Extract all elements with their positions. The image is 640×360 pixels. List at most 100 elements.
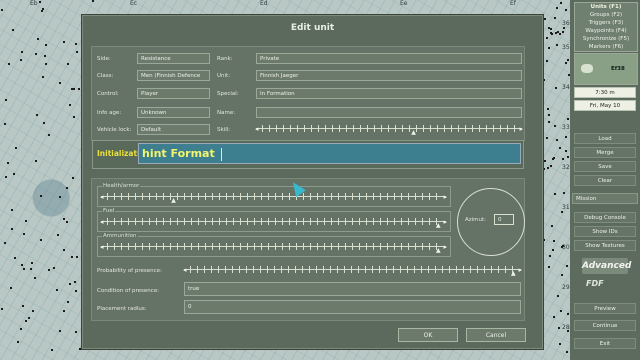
slider-thumb[interactable]: ▲ [511,271,516,277]
slider-right-arrow-icon[interactable]: ▸ [443,192,447,202]
slider-right-arrow-icon[interactable]: ▸ [518,265,522,275]
terrain-dot [11,227,14,230]
tab-synchronize[interactable]: Synchronize (F5) [575,36,637,42]
slider-right-arrow-icon[interactable]: ▸ [443,217,447,227]
show-ids-button[interactable]: Show IDs [574,226,636,237]
debug-console-button[interactable]: Debug Console [574,212,636,223]
side-select[interactable]: Resistance [137,53,210,64]
terrain-dot [560,310,563,313]
probability-slider[interactable]: ◂ ▸ ▲ [183,265,522,277]
mission-date[interactable]: Fri, May 10 [574,100,636,111]
info-age-select[interactable]: Unknown [137,107,210,118]
tab-groups[interactable]: Groups (F2) [575,12,637,18]
terrain-dot [566,313,569,316]
terrain-dot [44,62,47,65]
condition-input[interactable]: true [184,282,521,296]
exit-button[interactable]: Exit [574,338,636,349]
advanced-mode-toggle[interactable]: Advanced [582,258,631,274]
vehicle-lock-select[interactable]: Default [137,124,210,135]
terrain-dot [4,99,7,102]
slider-left-arrow-icon[interactable]: ◂ [100,192,104,202]
terrain-dot [553,192,556,195]
tab-waypoints[interactable]: Waypoints (F4) [575,28,637,34]
slider-left-arrow-icon[interactable]: ◂ [183,265,187,275]
mission-time[interactable]: 7:30 m [574,87,636,98]
azimut-label: Azimut: [465,217,487,223]
map-coord-side: 32 [562,164,570,171]
terrain-dot [39,195,42,198]
minimap-marker-icon [581,64,593,73]
terrain-dot [75,42,78,45]
initialization-input[interactable]: hint Format [138,143,521,164]
preview-button[interactable]: Preview [574,303,636,314]
terrain-dot [27,317,30,320]
placement-input[interactable]: 0 [184,300,521,314]
mission-section-header[interactable]: Mission [572,193,638,204]
slider-ticks [262,125,516,132]
terrain-dot [10,208,13,211]
terrain-dot [3,241,6,244]
terrain-dot [39,238,42,241]
terrain-dot [565,351,568,354]
terrain-dot [58,81,61,84]
unit-select[interactable]: Finnish Jaeger [256,70,522,81]
terrain-dot [555,87,558,90]
rank-select[interactable]: Private [256,53,522,64]
terrain-dot [566,59,569,62]
terrain-dot [62,248,65,251]
terrain-dot [561,157,564,160]
cancel-button[interactable]: Cancel [466,328,526,342]
merge-button[interactable]: Merge [574,147,636,158]
skill-slider[interactable]: ◂ ▸ ▲ [255,124,523,136]
slider-thumb[interactable]: ▲ [436,223,441,229]
ammunition-label: Ammunition [102,232,138,240]
terrain-dot [7,161,10,164]
slider-thumb[interactable]: ▲ [171,198,176,204]
editor-mode-tabs: Units (F1) Groups (F2) Triggers (F3) Way… [574,2,638,52]
clear-button[interactable]: Clear [574,175,636,186]
terrain-dot [547,46,550,49]
terrain-dot [552,156,555,159]
name-input[interactable] [256,107,522,118]
control-label: Control: [97,91,119,97]
slider-thumb[interactable]: ▲ [411,130,416,136]
show-textures-button[interactable]: Show Textures [574,240,636,251]
tab-triggers[interactable]: Triggers (F3) [575,20,637,26]
terrain-dot [552,316,555,319]
terrain-dot [31,261,34,264]
control-select[interactable]: Player [137,88,210,99]
terrain-dot [548,121,551,124]
terrain-dot [4,123,7,126]
slider-left-arrow-icon[interactable]: ◂ [255,124,259,134]
ammunition-slider[interactable]: ◂ ▸ ▲ [100,242,447,254]
fuel-label: Fuel [102,207,116,215]
slider-right-arrow-icon[interactable]: ▸ [519,124,523,134]
tab-units[interactable]: Units (F1) [575,4,637,10]
azimut-input[interactable]: 0 [494,214,514,225]
slider-thumb[interactable]: ▲ [436,248,441,254]
tab-markers[interactable]: Markers (F6) [575,44,637,50]
terrain-dot [545,36,548,39]
class-select[interactable]: Men (Finnish Defence [137,70,210,81]
slider-ticks [190,266,515,273]
slider-right-arrow-icon[interactable]: ▸ [443,242,447,252]
slider-left-arrow-icon[interactable]: ◂ [100,242,104,252]
special-select[interactable]: In Formation [256,88,522,99]
continue-button[interactable]: Continue [574,320,636,331]
health-slider[interactable]: ◂ ▸ ▲ [100,192,447,204]
terrain-dot [52,266,55,269]
terrain-dot [1,8,4,11]
minimap[interactable]: Ef38 [574,53,638,85]
terrain-dot [566,118,569,121]
ok-button[interactable]: OK [398,328,458,342]
slider-left-arrow-icon[interactable]: ◂ [100,217,104,227]
terrain-dot [71,177,74,180]
save-button[interactable]: Save [574,161,636,172]
fdf-logo: FDF [586,279,604,288]
load-button[interactable]: Load [574,133,636,144]
terrain-dot [36,113,39,116]
fuel-slider[interactable]: ◂ ▸ ▲ [100,217,447,229]
slider-ticks [107,218,440,225]
terrain-dot [565,265,568,268]
terrain-dot [561,273,564,276]
